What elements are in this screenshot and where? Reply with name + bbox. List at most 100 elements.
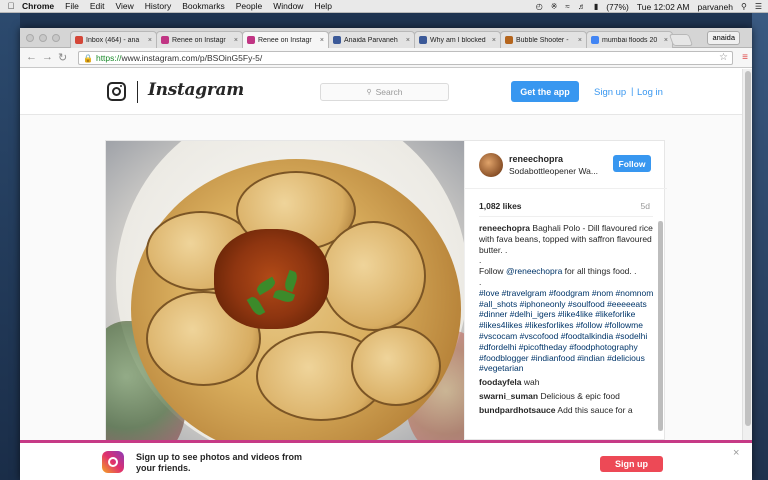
close-tab-icon[interactable]: ×: [406, 37, 410, 44]
potato-slice: [321, 221, 426, 331]
scrollbar-thumb[interactable]: [745, 71, 751, 426]
profile-button[interactable]: anaida: [707, 31, 740, 45]
menu-file[interactable]: File: [65, 1, 79, 11]
post-age[interactable]: 5d: [641, 201, 650, 211]
tab-title: Renee on Instagr: [258, 36, 312, 44]
menu-chrome[interactable]: Chrome: [22, 1, 54, 11]
search-icon: ⚲: [366, 89, 372, 96]
post-side-panel: reneechopra Sodabottleopener Wa... Follo…: [464, 141, 667, 441]
post-location[interactable]: Sodabottleopener Wa...: [509, 166, 601, 176]
page-scrollbar[interactable]: [742, 69, 752, 480]
volume-icon[interactable]: ♬: [578, 2, 586, 11]
comment-username[interactable]: foodayfela: [479, 377, 522, 387]
tab-title: Renee on Instagr: [172, 36, 226, 44]
author-username[interactable]: reneechopra: [509, 154, 563, 164]
tab-title: Why am I blocked: [430, 36, 486, 44]
avatar[interactable]: [479, 153, 503, 177]
post-author: reneechopra Sodabottleopener Wa... Follo…: [465, 141, 667, 189]
sign-up-link[interactable]: Sign up: [594, 87, 626, 98]
potato-slice: [351, 326, 441, 406]
new-tab-button[interactable]: [668, 34, 694, 46]
comment-username[interactable]: swarni_suman: [479, 391, 538, 401]
forward-arrow-icon[interactable]: →: [42, 51, 53, 63]
bluetooth-icon[interactable]: ※: [551, 2, 558, 11]
menu-bar:  Chrome File Edit View History Bookmark…: [0, 0, 768, 13]
address-bar[interactable]: 🔒 https:// www.instagram.com/p/BSOinG5Fy…: [78, 51, 733, 65]
close-window-icon[interactable]: [26, 34, 34, 42]
tab-google-search[interactable]: mumbai floods 20 ×: [586, 31, 673, 48]
notification-center-icon[interactable]: ☰: [755, 2, 762, 11]
tab-facebook-2[interactable]: Why am I blocked ×: [414, 31, 501, 48]
reload-icon[interactable]: ↻: [58, 51, 67, 64]
comment: foodayfela wah: [479, 377, 655, 388]
web-page: Instagram ⚲ Search Get the app Sign up |…: [20, 69, 752, 480]
user-name[interactable]: parvaneh: [698, 2, 733, 12]
comment: bundpardhotsauce Add this sauce for a: [479, 405, 655, 416]
menu-history[interactable]: History: [145, 1, 171, 11]
post-photo[interactable]: [106, 141, 464, 441]
banner-sign-up-button[interactable]: Sign up: [600, 456, 663, 472]
link-separator: |: [631, 86, 634, 97]
close-tab-icon[interactable]: ×: [664, 37, 668, 44]
search-input[interactable]: ⚲ Search: [320, 83, 449, 101]
spotlight-icon[interactable]: ⚲: [741, 2, 747, 11]
tab-gmail[interactable]: Inbox (464) - ana ×: [70, 31, 157, 48]
close-tab-icon[interactable]: ×: [492, 37, 496, 44]
caption-dot: .: [479, 276, 482, 287]
hashtags[interactable]: #love #travelgram #foodgram #nom #nomnom…: [479, 288, 655, 374]
apple-icon[interactable]: : [0, 1, 22, 11]
instagram-favicon-icon: [247, 36, 255, 44]
caption-follow-pre: Follow: [479, 266, 506, 277]
likes-count[interactable]: 1,082 likes: [479, 201, 522, 211]
tab-title: Bubble Shooter -: [516, 36, 569, 44]
bookmark-star-icon[interactable]: ☆: [719, 52, 728, 63]
caption: reneechopra Baghali Polo - Dill flavoure…: [479, 223, 655, 255]
tab-instagram-2-active[interactable]: Renee on Instagr ×: [242, 31, 329, 48]
menu-people[interactable]: People: [236, 1, 262, 11]
tab-strip: Inbox (464) - ana × Renee on Instagr × R…: [20, 28, 752, 48]
caption-dot: .: [479, 255, 482, 266]
caption-follow-line: Follow @reneechopra for all things food.…: [479, 266, 655, 277]
close-tab-icon[interactable]: ×: [578, 37, 582, 44]
url-scheme: https://: [95, 53, 122, 63]
comment-text: wah: [523, 377, 540, 388]
get-app-button[interactable]: Get the app: [511, 81, 579, 102]
instagram-logo-icon[interactable]: [107, 82, 126, 101]
scrollbar-thumb[interactable]: [658, 221, 663, 431]
menu-bookmarks[interactable]: Bookmarks: [182, 1, 225, 11]
zoom-window-icon[interactable]: [52, 34, 60, 42]
wifi-icon[interactable]: ≈: [565, 2, 569, 11]
logo-divider: [137, 81, 138, 103]
lock-icon[interactable]: 🔒: [83, 54, 93, 63]
battery-icon[interactable]: ▮: [594, 2, 598, 11]
browser-toolbar: ← → ↻ 🔒 https:// www.instagram.com/p/BSO…: [20, 48, 752, 68]
divider: [479, 216, 653, 217]
log-in-link[interactable]: Log in: [637, 87, 663, 98]
follow-button[interactable]: Follow: [613, 155, 651, 172]
mention-link[interactable]: @reneechopra: [506, 266, 562, 276]
menu-help[interactable]: Help: [314, 1, 331, 11]
tab-bubble-shooter[interactable]: Bubble Shooter - ×: [500, 31, 587, 48]
close-icon[interactable]: ×: [733, 447, 739, 459]
menu-view[interactable]: View: [115, 1, 133, 11]
menu-edit[interactable]: Edit: [90, 1, 105, 11]
comments-scrollbar[interactable]: [658, 221, 663, 431]
time-machine-icon[interactable]: ◴: [536, 2, 543, 11]
comment-username[interactable]: bundpardhotsauce: [479, 405, 556, 415]
instagram-wordmark[interactable]: Instagram: [148, 80, 244, 100]
minimize-window-icon[interactable]: [39, 34, 47, 42]
desktop-wallpaper-left: [0, 13, 20, 480]
menu-window[interactable]: Window: [273, 1, 303, 11]
tab-facebook-1[interactable]: Anaida Parvaneh ×: [328, 31, 415, 48]
bubble-shooter-favicon-icon: [505, 36, 513, 44]
back-arrow-icon[interactable]: ←: [26, 51, 37, 63]
tab-instagram-1[interactable]: Renee on Instagr ×: [156, 31, 243, 48]
caption-username[interactable]: reneechopra: [479, 223, 530, 233]
desktop-wallpaper-right: [752, 13, 768, 480]
chrome-menu-icon[interactable]: ≡: [742, 52, 748, 63]
close-tab-icon[interactable]: ×: [234, 37, 238, 44]
clock[interactable]: Tue 12:02 AM: [637, 2, 690, 12]
comment-text: Add this sauce for a: [557, 404, 633, 415]
close-tab-icon[interactable]: ×: [320, 37, 324, 44]
close-tab-icon[interactable]: ×: [148, 37, 152, 44]
